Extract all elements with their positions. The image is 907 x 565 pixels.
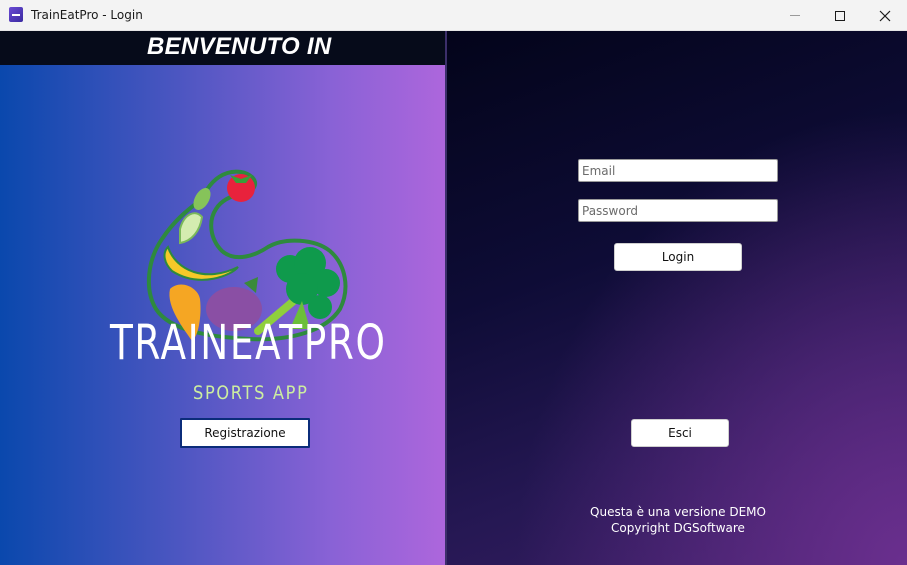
welcome-bar: BENVENUTO IN: [0, 31, 445, 65]
email-input[interactable]: [578, 159, 778, 182]
exit-button[interactable]: Esci: [631, 419, 729, 447]
right-panel: Login Esci Questa è una versione DEMO Co…: [447, 31, 907, 565]
close-icon: [879, 10, 891, 21]
copyright: Copyright DGSoftware: [611, 521, 745, 535]
login-button[interactable]: Login: [614, 243, 742, 271]
app-icon: [9, 7, 23, 22]
maximize-icon: [835, 10, 845, 21]
left-panel: BENVENUTO IN TRAINEATPRO SPORTS APP Regi…: [0, 31, 445, 565]
window-title: TrainEatPro - Login: [31, 8, 143, 22]
title-bar: TrainEatPro - Login: [0, 0, 907, 31]
demo-notice: Questa è una versione DEMO: [590, 505, 766, 519]
minimize-icon: [790, 15, 800, 16]
minimize-button[interactable]: [772, 0, 818, 31]
maximize-button[interactable]: [817, 0, 863, 31]
register-button[interactable]: Registrazione: [180, 418, 310, 448]
footer-text: Questa è una versione DEMO Copyright DGS…: [567, 504, 789, 536]
close-button[interactable]: [862, 0, 907, 31]
welcome-heading: BENVENUTO IN: [147, 33, 332, 60]
password-input[interactable]: [578, 199, 778, 222]
brand-subtitle: SPORTS APP: [193, 382, 309, 404]
brand-name: TRAINEATPRO: [110, 315, 387, 371]
